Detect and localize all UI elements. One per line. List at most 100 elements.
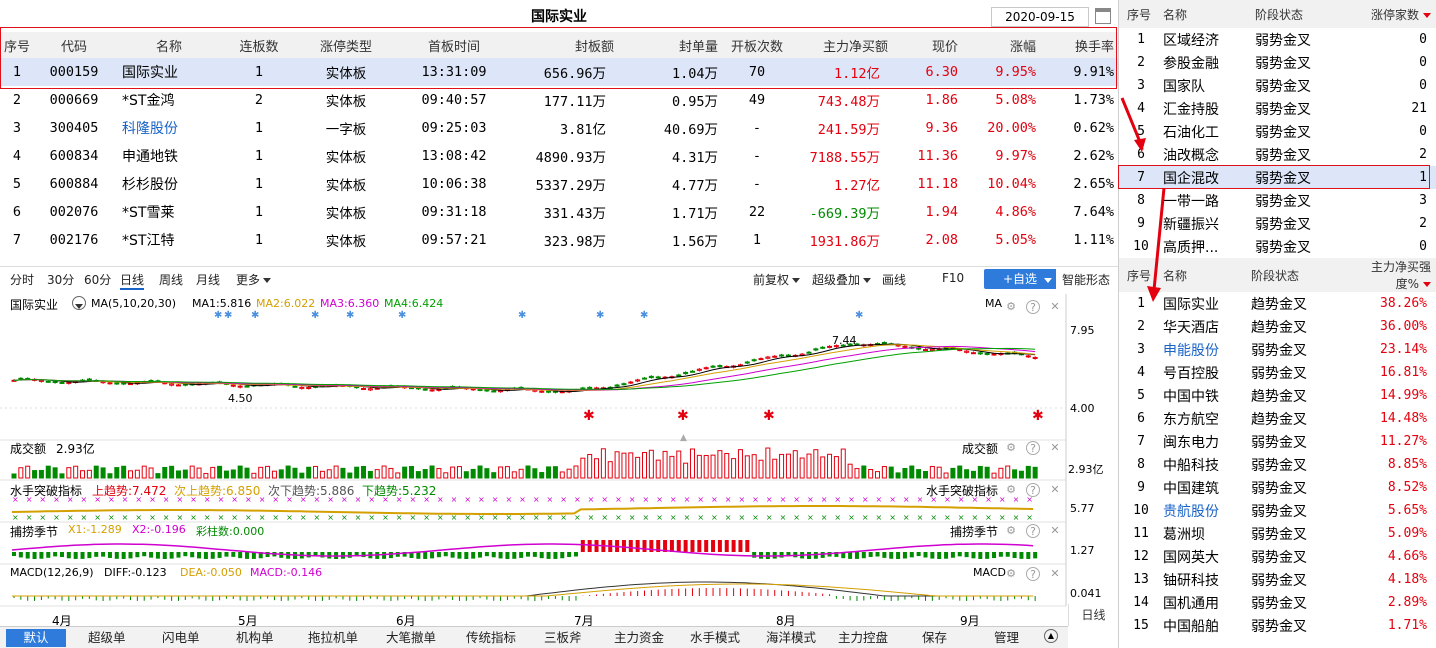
column-header[interactable]: 首板时间 <box>398 32 510 58</box>
signal-star-icon: ✱ <box>224 310 232 321</box>
table-row[interactable]: 2 000669 *ST金鸿 2 实体板 09:40:57 177.11万 0.95万 49 74… <box>0 86 1118 114</box>
close-icon[interactable]: ✕ <box>1048 524 1062 538</box>
tab-9[interactable]: 水手模式 <box>690 629 740 647</box>
volume-bar <box>683 462 689 479</box>
ma-dropdown[interactable] <box>72 296 86 310</box>
column-header[interactable]: 封单量 <box>618 32 722 58</box>
draw-line-button[interactable]: 画线 <box>882 271 906 288</box>
gear-icon[interactable]: ⚙ <box>1004 567 1018 581</box>
list-item[interactable]: 4 号百控股 弱势金叉 16.81% <box>1119 361 1436 384</box>
tab-60min[interactable]: 60分 <box>84 271 111 288</box>
tab-4[interactable]: 拖拉机单 <box>308 629 358 647</box>
column-header[interactable]: 序号 <box>1119 0 1163 28</box>
list-item[interactable]: 10 贵航股份 弱势金叉 5.65% <box>1119 499 1436 522</box>
tab-2[interactable]: 闪电单 <box>162 629 200 647</box>
list-item[interactable]: 9 中国建筑 弱势金叉 8.52% <box>1119 476 1436 499</box>
gear-icon[interactable]: ⚙ <box>1004 524 1018 538</box>
cell-name: 科隆股份 <box>122 121 178 137</box>
tab-8[interactable]: 主力资金 <box>614 629 664 647</box>
collapse-up-icon[interactable]: ▲ <box>1044 629 1058 643</box>
tab-monthly[interactable]: 月线 <box>196 271 220 288</box>
tab-10[interactable]: 海洋模式 <box>766 629 816 647</box>
column-header[interactable]: 现价 <box>892 32 962 58</box>
column-header[interactable]: 涨停类型 <box>294 32 398 58</box>
calendar-icon[interactable] <box>1095 8 1111 24</box>
column-header[interactable]: 名称 <box>1163 258 1251 292</box>
add-watchlist-dropdown[interactable] <box>1040 269 1056 289</box>
cell-code: 000159 <box>34 58 114 86</box>
help-icon[interactable]: ? <box>1026 300 1040 314</box>
f10-button[interactable]: F10 <box>942 271 964 285</box>
table-row[interactable]: 1 000159 国际实业 1 实体板 13:31:09 656.96万 1.04万 70 1.1… <box>0 58 1118 86</box>
list-item[interactable]: 1 区域经济 弱势金叉 0 <box>1119 28 1436 51</box>
table-row[interactable]: 4 600834 申通地铁 1 实体板 13:08:42 4890.93万 4.31万 - 718… <box>0 142 1118 170</box>
list-item[interactable]: 14 国机通用 弱势金叉 2.89% <box>1119 591 1436 614</box>
tab-6[interactable]: 传统指标 <box>466 629 516 647</box>
signal-star-icon: ✱ <box>251 310 259 321</box>
trend-mark: × <box>108 513 115 522</box>
tab-fenshi[interactable]: 分时 <box>10 271 34 288</box>
help-icon[interactable]: ? <box>1026 567 1040 581</box>
help-icon[interactable]: ? <box>1026 524 1040 538</box>
table-row[interactable]: 3 300405 科隆股份 1 一字板 09:25:03 3.81亿 40.69万 - 241.5… <box>0 114 1118 142</box>
list-item[interactable]: 3 申能股份 弱势金叉 23.14% <box>1119 338 1436 361</box>
list-item[interactable]: 15 中国船舶 弱势金叉 1.71% <box>1119 614 1436 637</box>
column-header[interactable]: 名称 <box>114 32 224 58</box>
date-field[interactable]: 2020-09-15 <box>991 7 1089 27</box>
volume-bar <box>100 467 106 479</box>
column-header[interactable]: 序号 <box>0 32 34 58</box>
list-item[interactable]: 2 参股金融 弱势金叉 0 <box>1119 51 1436 74</box>
column-header[interactable]: 连板数 <box>224 32 294 58</box>
volume-bar <box>456 466 462 479</box>
adjust-dropdown[interactable]: 前复权 <box>753 271 801 288</box>
list-item[interactable]: 13 铀研科技 弱势金叉 4.18% <box>1119 568 1436 591</box>
column-header[interactable]: 代码 <box>34 32 114 58</box>
close-icon[interactable]: ✕ <box>1048 300 1062 314</box>
tab-7[interactable]: 三板斧 <box>544 629 582 647</box>
column-header[interactable]: 封板额 <box>510 32 618 58</box>
column-header[interactable]: 涨停家数 <box>1359 0 1436 28</box>
overlay-dropdown[interactable]: 超级叠加 <box>812 271 872 288</box>
tab-13[interactable]: 管理 <box>994 629 1019 647</box>
table-row[interactable]: 6 002076 *ST雪莱 1 实体板 09:31:18 331.43万 1.71万 22 -6… <box>0 198 1118 226</box>
table-row[interactable]: 7 002176 *ST江特 1 实体板 09:57:21 323.98万 1.56万 1 193… <box>0 226 1118 254</box>
tab-30min[interactable]: 30分 <box>47 271 74 288</box>
list-item[interactable]: 5 中国中铁 趋势金叉 14.99% <box>1119 384 1436 407</box>
tab-1[interactable]: 超级单 <box>88 629 126 647</box>
kline-chart: ✱ ✱ ✱ ✱ ✱ ✱ ✱ ✱ ✱ ✱✱ ✱ ✱ ✱▲ ××××××××××××××××××××××××… <box>0 294 1067 607</box>
gear-icon[interactable]: ⚙ <box>1004 483 1018 497</box>
close-icon[interactable]: ✕ <box>1048 483 1062 497</box>
list-item[interactable]: 2 华天酒店 趋势金叉 36.00% <box>1119 315 1436 338</box>
list-item[interactable]: 12 国网英大 弱势金叉 4.66% <box>1119 545 1436 568</box>
column-header[interactable]: 阶段状态 <box>1255 0 1359 28</box>
table-row[interactable]: 5 600884 杉杉股份 1 实体板 10:06:38 5337.29万 4.77万 - 1.2… <box>0 170 1118 198</box>
column-header[interactable]: 换手率 <box>1040 32 1118 58</box>
list-item[interactable]: 11 葛洲坝 弱势金叉 5.09% <box>1119 522 1436 545</box>
trend-mark: × <box>492 495 499 504</box>
column-header[interactable]: 主力净买额 <box>792 32 892 58</box>
column-header[interactable]: 主力净买强度% <box>1351 258 1436 292</box>
gear-icon[interactable]: ⚙ <box>1004 441 1018 455</box>
cell-lb: 1 <box>254 176 264 192</box>
smart-pattern-button[interactable]: 智能形态 <box>1062 271 1110 288</box>
column-header[interactable]: 涨幅 <box>962 32 1040 58</box>
tab-more[interactable]: 更多 <box>236 271 272 288</box>
close-icon[interactable]: ✕ <box>1048 441 1062 455</box>
column-header[interactable]: 阶段状态 <box>1251 258 1351 292</box>
tab-3[interactable]: 机构单 <box>236 629 274 647</box>
tab-5[interactable]: 大笔撤单 <box>386 629 436 647</box>
gear-icon[interactable]: ⚙ <box>1004 300 1018 314</box>
list-item[interactable]: 6 东方航空 趋势金叉 14.48% <box>1119 407 1436 430</box>
tab-weekly[interactable]: 周线 <box>159 271 183 288</box>
list-item[interactable]: 8 中船科技 弱势金叉 8.85% <box>1119 453 1436 476</box>
column-header[interactable]: 开板次数 <box>722 32 792 58</box>
tab-daily[interactable]: 日线 <box>120 271 145 290</box>
tab-0[interactable]: 默认 <box>6 629 66 647</box>
tab-12[interactable]: 保存 <box>922 629 947 647</box>
help-icon[interactable]: ? <box>1026 441 1040 455</box>
close-icon[interactable]: ✕ <box>1048 567 1062 581</box>
column-header[interactable]: 名称 <box>1163 0 1255 28</box>
help-icon[interactable]: ? <box>1026 483 1040 497</box>
list-item[interactable]: 7 闽东电力 弱势金叉 11.27% <box>1119 430 1436 453</box>
tab-11[interactable]: 主力控盘 <box>838 629 888 647</box>
